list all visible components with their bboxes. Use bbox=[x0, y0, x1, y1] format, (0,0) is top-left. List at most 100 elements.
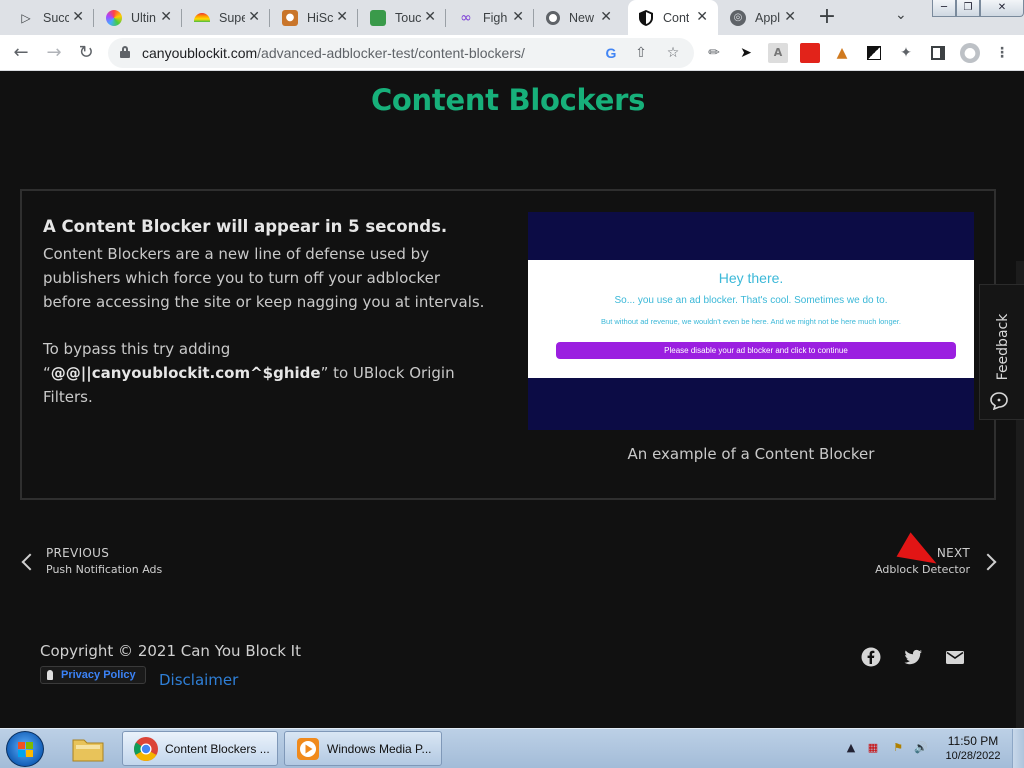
chevron-left-icon[interactable] bbox=[21, 553, 39, 571]
chevron-down-icon[interactable]: ⌄ bbox=[895, 7, 907, 23]
browser-tab[interactable]: ◎ Appl ✕ bbox=[720, 0, 806, 35]
profile-avatar-icon[interactable]: ● bbox=[960, 43, 980, 63]
browser-tab[interactable]: New ✕ bbox=[536, 0, 622, 35]
close-icon[interactable]: ✕ bbox=[784, 10, 796, 24]
browser-tab[interactable]: ∞ Figh ✕ bbox=[448, 0, 534, 35]
chevron-right-icon[interactable] bbox=[979, 553, 997, 571]
bypass-text: To bypass this try adding “@@||canyoublo… bbox=[43, 340, 455, 406]
text-extension-icon[interactable]: A bbox=[768, 43, 788, 63]
close-icon[interactable]: ✕ bbox=[696, 10, 708, 24]
tab-title: Figh bbox=[483, 10, 508, 25]
tab-title: Ultin bbox=[131, 10, 157, 25]
taskbar-item-media-player[interactable]: Windows Media P... bbox=[284, 731, 442, 766]
close-window-button[interactable]: ✕ bbox=[980, 0, 1024, 17]
more-menu-icon[interactable]: ⋮ bbox=[992, 43, 1012, 63]
fox-icon[interactable]: ▲ bbox=[832, 43, 852, 63]
forward-arrow-icon[interactable]: → bbox=[42, 41, 66, 65]
red-square-icon[interactable] bbox=[800, 43, 820, 63]
close-icon[interactable]: ✕ bbox=[160, 10, 172, 24]
browser-tab[interactable]: ● HiSc ✕ bbox=[272, 0, 358, 35]
clock-time: 11:50 PM bbox=[947, 734, 999, 748]
close-icon[interactable]: ✕ bbox=[512, 10, 524, 24]
tray-expand-icon[interactable]: ▲ bbox=[844, 741, 858, 755]
start-button[interactable] bbox=[6, 731, 44, 767]
example-small-text: But without ad revenue, we wouldn't even… bbox=[601, 317, 901, 326]
chrome-icon bbox=[134, 736, 158, 761]
twitter-icon[interactable] bbox=[903, 647, 923, 667]
windows-logo-icon bbox=[18, 742, 33, 757]
page-content: Content Blockers A Content Blocker will … bbox=[0, 71, 1024, 728]
swirl-icon: ∞ bbox=[460, 9, 472, 26]
cursor-arrow-icon[interactable]: ➤ bbox=[736, 43, 756, 63]
contrast-icon[interactable] bbox=[867, 46, 881, 60]
description-text: Content Blockers are a new line of defen… bbox=[43, 245, 485, 311]
feedback-tab[interactable]: Feedback bbox=[979, 284, 1024, 420]
action-center-icon[interactable]: ⚑ bbox=[891, 741, 905, 755]
page-title: Content Blockers bbox=[370, 83, 646, 117]
browser-tab[interactable]: Ultin ✕ bbox=[96, 0, 182, 35]
filter-rule: @@||canyoublockit.com^$ghide bbox=[50, 364, 321, 382]
new-tab-button[interactable]: + bbox=[815, 4, 839, 30]
previous-title: Push Notification Ads bbox=[46, 563, 163, 576]
tab-title: Touc bbox=[395, 10, 421, 25]
back-arrow-icon[interactable]: ← bbox=[9, 41, 33, 65]
system-clock[interactable]: 11:50 PM 10/28/2022 bbox=[940, 734, 1006, 762]
facebook-icon[interactable] bbox=[861, 647, 881, 667]
clock-date: 10/28/2022 bbox=[945, 750, 1001, 762]
lock-icon[interactable] bbox=[120, 46, 130, 58]
reload-icon[interactable]: ↻ bbox=[74, 41, 98, 65]
previous-label: PREVIOUS bbox=[46, 546, 110, 560]
disclaimer-link[interactable]: Disclaimer bbox=[159, 671, 238, 689]
eyedropper-icon[interactable]: ✏ bbox=[704, 43, 724, 63]
tab-title: HiSc bbox=[307, 10, 333, 25]
close-icon[interactable]: ✕ bbox=[248, 10, 260, 24]
shield-icon bbox=[638, 9, 654, 26]
star-icon[interactable]: ☆ bbox=[664, 44, 682, 62]
close-icon[interactable]: ✕ bbox=[72, 10, 84, 24]
example-modal: Hey there. So... you use an ad blocker. … bbox=[528, 260, 974, 378]
restore-button[interactable]: ❐ bbox=[956, 0, 980, 17]
close-icon[interactable]: ✕ bbox=[336, 10, 348, 24]
taskbar-item-chrome[interactable]: Content Blockers ... bbox=[122, 731, 278, 766]
previous-link[interactable]: PREVIOUS Push Notification Ads bbox=[46, 546, 162, 576]
browser-tab[interactable]: ▷ Succ ✕ bbox=[8, 0, 94, 35]
globe-icon: ◎ bbox=[730, 9, 746, 26]
tab-title: Supe bbox=[219, 10, 245, 25]
privacy-policy-badge[interactable]: Privacy Policy bbox=[40, 666, 146, 684]
show-desktop-button[interactable] bbox=[1012, 729, 1024, 768]
windows-taskbar: Content Blockers ... Windows Media P... … bbox=[0, 728, 1024, 768]
sidebar-icon[interactable] bbox=[931, 46, 945, 60]
window-controls: ─ ❐ ✕ bbox=[932, 0, 1024, 17]
example-caption: An example of a Content Blocker bbox=[627, 445, 875, 463]
network-error-icon[interactable]: ▦ bbox=[866, 741, 880, 755]
browser-tab[interactable]: Supe ✕ bbox=[184, 0, 270, 35]
share-icon[interactable]: ⇧ bbox=[632, 44, 650, 62]
url-text[interactable]: canyoublockit.com/advanced-adblocker-tes… bbox=[142, 45, 525, 61]
file-explorer-button[interactable] bbox=[70, 731, 112, 766]
puzzle-icon[interactable]: ✦ bbox=[896, 43, 916, 63]
browser-tab-active[interactable]: Cont ✕ bbox=[628, 0, 718, 35]
media-player-icon bbox=[297, 737, 319, 760]
map-icon bbox=[370, 9, 386, 26]
content-panel: A Content Blocker will appear in 5 secon… bbox=[20, 189, 996, 500]
folder-icon bbox=[72, 739, 104, 761]
color-wheel-icon bbox=[106, 9, 122, 26]
browser-toolbar: ← → ↻ canyoublockit.com/advanced-adblock… bbox=[0, 35, 1024, 71]
browser-tab[interactable]: Touc ✕ bbox=[360, 0, 446, 35]
feedback-label: Feedback bbox=[995, 313, 1011, 381]
keyhole-icon bbox=[47, 670, 53, 680]
copyright-text: Copyright © 2021 Can You Block It bbox=[40, 642, 301, 660]
volume-icon[interactable]: 🔊 bbox=[914, 741, 928, 755]
email-icon[interactable] bbox=[945, 647, 965, 667]
tab-strip: ▷ Succ ✕ Ultin ✕ Supe ✕ ● HiSc ✕ Touc ✕ … bbox=[0, 0, 1024, 35]
minimize-button[interactable]: ─ bbox=[932, 0, 956, 17]
example-button: Please disable your ad blocker and click… bbox=[556, 342, 956, 359]
close-icon[interactable]: ✕ bbox=[424, 10, 436, 24]
example-subheading: So... you use an ad blocker. That's cool… bbox=[614, 295, 888, 306]
tab-title: Appl bbox=[755, 10, 781, 25]
tab-title: New bbox=[569, 10, 595, 25]
close-icon[interactable]: ✕ bbox=[600, 10, 612, 24]
address-bar[interactable]: canyoublockit.com/advanced-adblocker-tes… bbox=[108, 38, 694, 68]
google-icon[interactable]: G bbox=[602, 44, 620, 62]
tab-title: Cont bbox=[663, 10, 689, 25]
